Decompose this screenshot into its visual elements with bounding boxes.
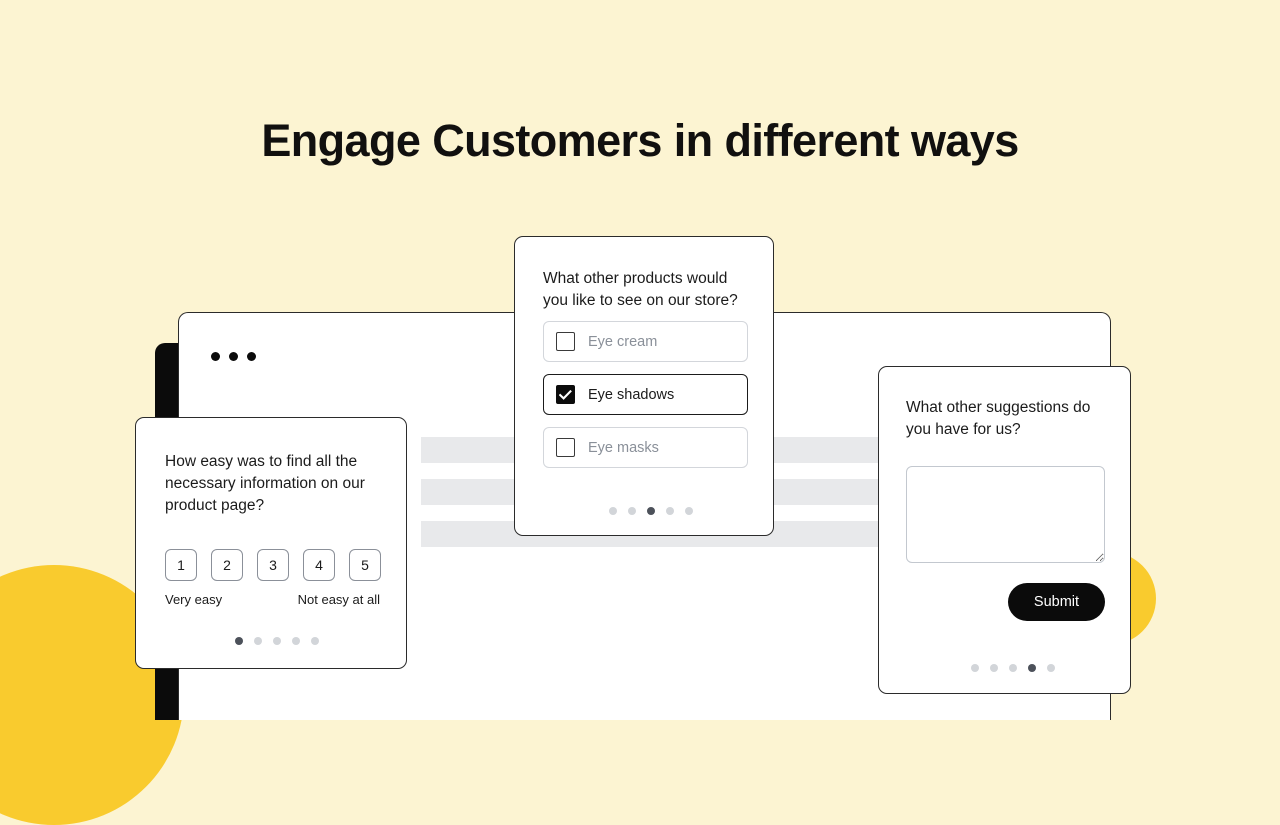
suggestions-textarea[interactable] [906, 466, 1105, 563]
choice-option-eye-shadows[interactable]: Eye shadows [543, 374, 748, 415]
survey-card-text: What other suggestions do you have for u… [878, 366, 1131, 694]
rating-option-4[interactable]: 4 [303, 549, 335, 581]
pager-dot[interactable] [254, 637, 262, 645]
survey-card-rating: How easy was to find all the necessary i… [135, 417, 407, 669]
rating-question: How easy was to find all the necessary i… [165, 453, 365, 514]
choice-option-label: Eye masks [588, 439, 659, 456]
pager-dot[interactable] [685, 507, 693, 515]
rating-option-3[interactable]: 3 [257, 549, 289, 581]
pager-dot[interactable] [609, 507, 617, 515]
rating-scale: 1 2 3 4 5 [165, 549, 381, 581]
choice-option-label: Eye cream [588, 333, 658, 350]
choice-option-label: Eye shadows [588, 386, 675, 403]
text-question: What other suggestions do you have for u… [906, 399, 1091, 438]
pager-dot[interactable] [971, 664, 979, 672]
choice-question: What other products would you like to se… [543, 270, 738, 309]
pager-choice [609, 507, 693, 515]
pager-dot[interactable] [292, 637, 300, 645]
pager-dot[interactable] [990, 664, 998, 672]
survey-card-choice: What other products would you like to se… [514, 236, 774, 536]
rating-option-2[interactable]: 2 [211, 549, 243, 581]
pager-rating [235, 637, 319, 645]
pager-text [971, 664, 1055, 672]
checkbox-checked-icon[interactable] [556, 385, 575, 404]
rating-scale-labels: Very easy Not easy at all [165, 592, 380, 607]
submit-button[interactable]: Submit [1008, 583, 1105, 621]
rating-label-high: Not easy at all [297, 592, 380, 607]
pager-dot[interactable] [666, 507, 674, 515]
traffic-light-dot-icon [229, 352, 238, 361]
pager-dot[interactable] [235, 637, 243, 645]
pager-dot[interactable] [273, 637, 281, 645]
page-title: Engage Customers in different ways [261, 115, 1019, 166]
choice-option-list: Eye cream Eye shadows Eye masks [543, 321, 748, 480]
window-traffic-lights [211, 352, 256, 361]
traffic-light-dot-icon [247, 352, 256, 361]
choice-option-eye-masks[interactable]: Eye masks [543, 427, 748, 468]
checkbox-unchecked-icon[interactable] [556, 438, 575, 457]
rating-option-1[interactable]: 1 [165, 549, 197, 581]
pager-dot[interactable] [1047, 664, 1055, 672]
rating-option-5[interactable]: 5 [349, 549, 381, 581]
choice-option-eye-cream[interactable]: Eye cream [543, 321, 748, 362]
rating-label-low: Very easy [165, 592, 223, 607]
pager-dot[interactable] [311, 637, 319, 645]
pager-dot[interactable] [647, 507, 655, 515]
pager-dot[interactable] [1009, 664, 1017, 672]
pager-dot[interactable] [628, 507, 636, 515]
pager-dot[interactable] [1028, 664, 1036, 672]
checkbox-unchecked-icon[interactable] [556, 332, 575, 351]
traffic-light-dot-icon [211, 352, 220, 361]
